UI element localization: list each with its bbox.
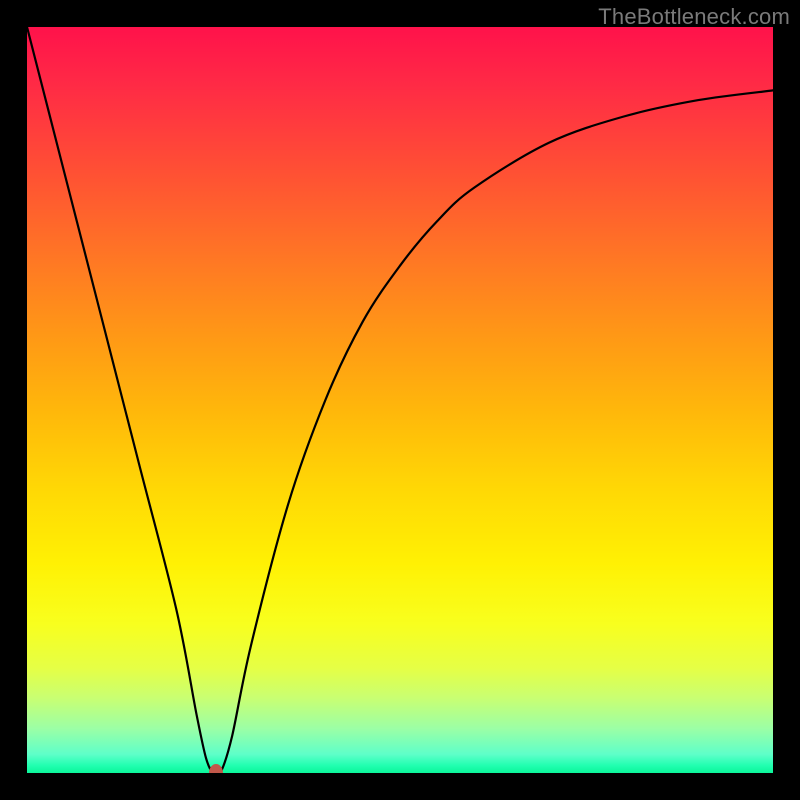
watermark-label: TheBottleneck.com [598,4,790,30]
bottleneck-curve [27,27,773,773]
plot-area [27,27,773,773]
outer-frame: TheBottleneck.com [0,0,800,800]
